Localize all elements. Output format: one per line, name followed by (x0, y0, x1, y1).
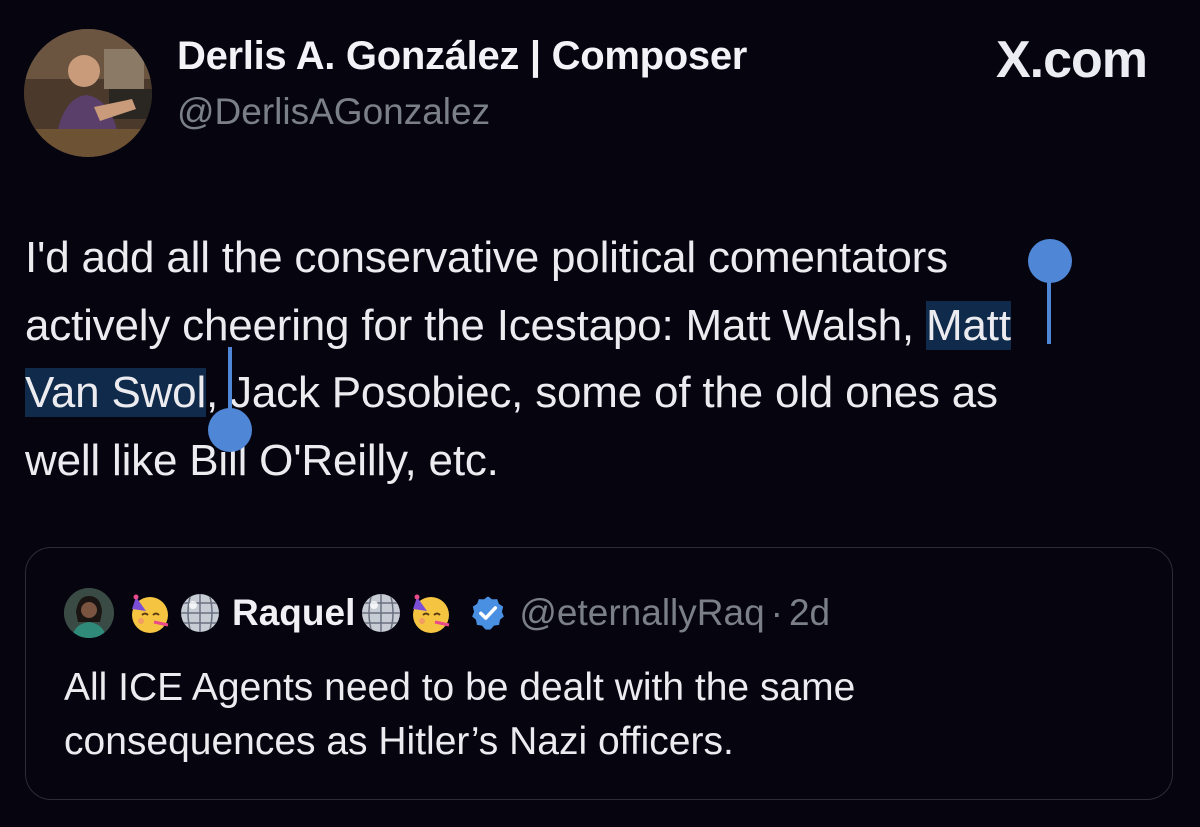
selection-end-handle[interactable] (208, 408, 252, 452)
selection-start-caret (1047, 276, 1051, 344)
mirror-ball-emoji (362, 594, 401, 632)
selected-text: Matt (925, 300, 1011, 350)
dot-separator: · (770, 592, 783, 633)
quoted-text-line: All ICE Agents need to be dealt with the… (64, 666, 856, 709)
author-name[interactable]: Derlis A. González | Composer (177, 34, 747, 79)
post-text[interactable]: I'd add all the conservative political c… (25, 224, 1175, 494)
quoted-author-name[interactable]: Raquel (232, 592, 355, 634)
author-handle[interactable]: @DerlisAGonzalez (177, 91, 490, 133)
quoted-text-line: consequences as Hitler’s Nazi officers. (64, 720, 734, 763)
post-text-line: Van Swol, Jack Posobiec, some of the old… (25, 368, 998, 417)
quoted-post-text: All ICE Agents need to be dealt with the… (64, 661, 1144, 769)
partying-face-emoji (413, 594, 450, 633)
post-text-line: I'd add all the conservative political c… (25, 233, 948, 282)
partying-face-emoji (132, 594, 169, 633)
author-avatar[interactable] (24, 29, 152, 157)
quoted-post-card[interactable]: Raquel @eternallyRaq · 2d All ICE Agents… (25, 547, 1173, 800)
post-text-line: well like Bill O'Reilly, etc. (25, 435, 499, 485)
quoted-author-handle[interactable]: @eternallyRaq (519, 592, 764, 634)
quoted-post-header: Raquel @eternallyRaq · 2d (64, 588, 830, 638)
selected-text: Van Swol (25, 368, 207, 417)
post-text-line: actively cheering for the Icestapo: Matt… (25, 300, 1011, 350)
quoted-author-avatar[interactable] (64, 588, 114, 638)
brand-watermark: X.com (995, 31, 1148, 89)
verified-badge-icon (472, 596, 505, 630)
selection-end-caret (228, 347, 232, 411)
mirror-ball-emoji (181, 594, 219, 632)
quoted-post-timestamp[interactable]: 2d (789, 592, 830, 634)
